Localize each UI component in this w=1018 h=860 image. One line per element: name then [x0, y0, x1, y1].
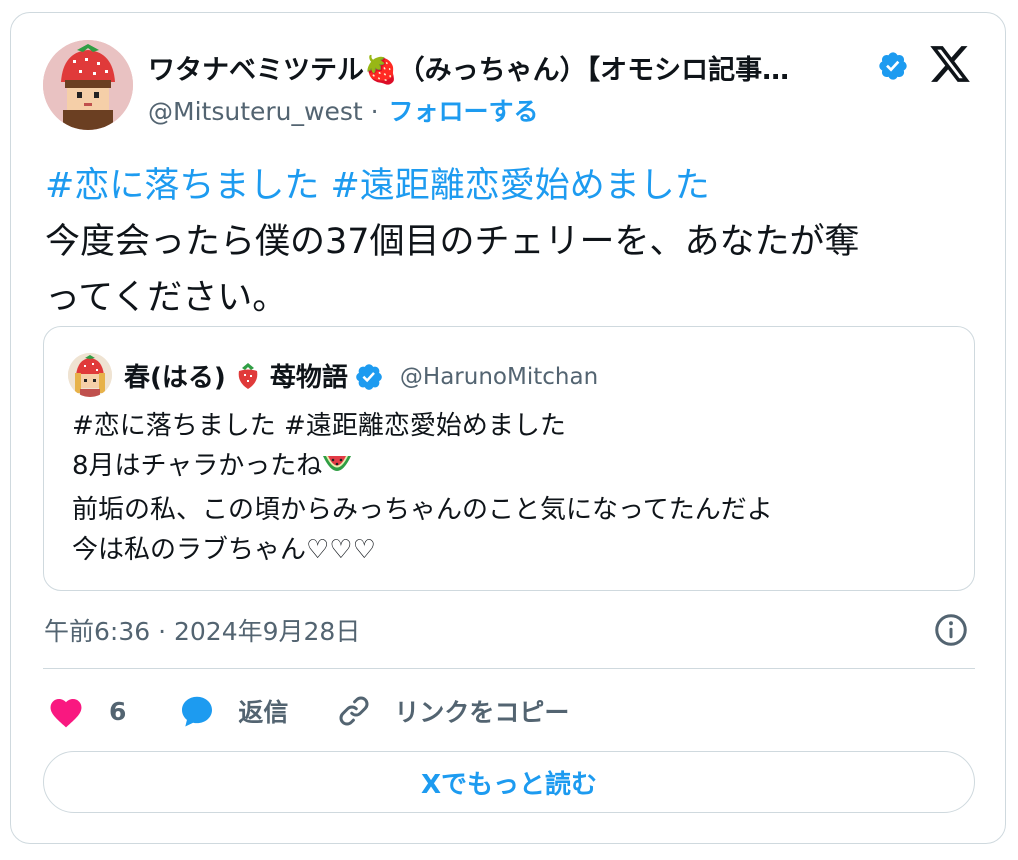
copy-link-button[interactable]: リンクをコピー	[336, 693, 569, 729]
quote-header: 春(はる) 苺物語 @HarunoMitchan	[124, 357, 598, 397]
tweet-timestamp[interactable]: 午前6:36 · 2024年9月28日	[44, 612, 360, 648]
action-bar: 6 返信 リンクをコピー	[47, 689, 569, 733]
tweet-text: #恋に落ちました #遠距離恋愛始めました 今度会ったら僕の37個目のチェリーを、…	[45, 158, 975, 326]
strawberry-icon	[235, 362, 261, 397]
tweet-line: ってください。	[45, 278, 288, 318]
tweet-hashtags[interactable]: #恋に落ちました #遠距離恋愛始めました	[45, 158, 975, 214]
quote-author-name: 春(はる) 苺物語	[124, 357, 348, 397]
like-button[interactable]: 6	[47, 694, 126, 728]
link-icon	[339, 696, 369, 726]
quoted-tweet[interactable]: 春(はる) 苺物語 @HarunoMitchan #恋に落ちました #遠距離恋愛…	[43, 326, 975, 591]
strawberry-hat-boy-avatar	[43, 40, 133, 130]
like-count: 6	[109, 696, 127, 726]
quote-line: #恋に落ちました #遠距離恋愛始めました	[72, 411, 566, 441]
quote-author-avatar	[68, 353, 112, 397]
follow-button[interactable]: フォローする	[389, 97, 539, 126]
read-more-on-x-button[interactable]: Xでもっと読む	[43, 751, 975, 813]
author-avatar[interactable]	[43, 40, 133, 130]
reply-bubble-icon	[182, 696, 213, 727]
reply-label: 返信	[238, 698, 289, 727]
verified-badge-icon	[356, 364, 382, 390]
quote-line-text: 8月はチャラかったね	[72, 451, 323, 481]
reply-button[interactable]: 返信	[178, 693, 288, 729]
divider	[43, 668, 975, 669]
quote-name-suffix: 苺物語	[269, 363, 348, 393]
copy-link-label: リンクをコピー	[394, 698, 570, 727]
heart-icon	[50, 698, 82, 728]
strawberry-girl-avatar	[68, 353, 112, 397]
author-handle-row: @Mitsuteru_west · フォローする	[148, 92, 539, 128]
separator-dot: ·	[370, 97, 379, 126]
quote-line: 今は私のラブちゃん♡♡♡	[72, 535, 376, 565]
quote-line-with-emoji: 8月はチャラかったね	[72, 446, 952, 490]
verified-badge-icon	[879, 52, 907, 80]
author-name[interactable]: ワタナベミツテル🍓（みっちゃん）【オモシロ記事…	[148, 48, 868, 87]
watermelon-icon	[322, 450, 352, 490]
x-logo-icon[interactable]	[928, 42, 972, 86]
quote-name-text: 春(はる)	[124, 363, 226, 393]
quote-author-handle: @HarunoMitchan	[399, 364, 599, 390]
quote-line: 前垢の私、この頃からみっちゃんのこと気になってたんだよ	[72, 495, 773, 525]
tweet-line: 今度会ったら僕の37個目のチェリーを、あなたが奪	[45, 222, 860, 262]
quote-text: #恋に落ちました #遠距離恋愛始めました 8月はチャラかったね 前垢の私、この頃…	[72, 406, 952, 570]
author-handle[interactable]: @Mitsuteru_west	[148, 97, 363, 126]
info-icon[interactable]	[933, 612, 969, 648]
